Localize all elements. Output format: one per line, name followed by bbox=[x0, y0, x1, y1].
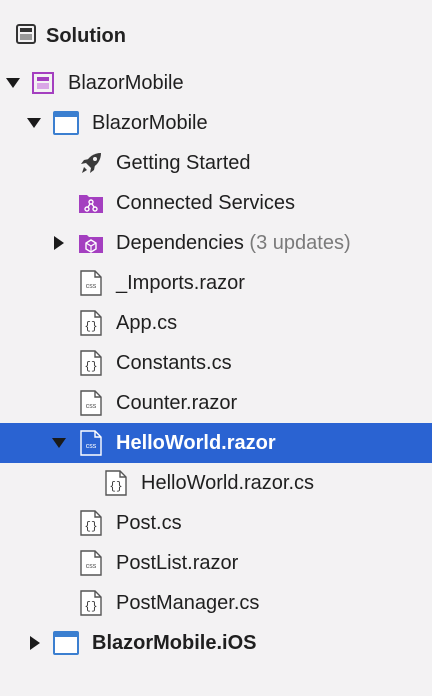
cs-file-icon: {} bbox=[78, 310, 104, 336]
tree-item-blazormobile-project[interactable]: BlazorMobile bbox=[0, 103, 432, 143]
solution-pane: Solution BlazorMobile BlazorMobile Getti… bbox=[0, 0, 432, 696]
tree-item-helloworld-razor-cs[interactable]: {} HelloWorld.razor.cs bbox=[0, 463, 432, 503]
expanded-triangle-icon[interactable] bbox=[6, 76, 20, 90]
tree-item-dependencies[interactable]: Dependencies (3 updates) bbox=[0, 223, 432, 263]
svg-text:css: css bbox=[86, 403, 97, 410]
tree-item-constants-cs[interactable]: {} Constants.cs bbox=[0, 343, 432, 383]
dependencies-label: Dependencies bbox=[116, 231, 244, 254]
tree-item-label: Connected Services bbox=[116, 191, 295, 214]
tree-item-blazormobile-solution[interactable]: BlazorMobile bbox=[0, 63, 432, 103]
tree-item-label: HelloWorld.razor bbox=[116, 431, 276, 454]
dependencies-folder-icon bbox=[78, 230, 104, 256]
solution-icon bbox=[16, 23, 36, 49]
cs-file-icon: {} bbox=[78, 510, 104, 536]
cs-file-icon: {} bbox=[103, 470, 129, 496]
tree-item-label: BlazorMobile.iOS bbox=[92, 631, 257, 654]
project-window-icon bbox=[53, 110, 79, 136]
cs-file-icon: {} bbox=[78, 590, 104, 616]
svg-text:{}: {} bbox=[84, 521, 97, 533]
tree-item-counter-razor[interactable]: css Counter.razor bbox=[0, 383, 432, 423]
tree-item-label: HelloWorld.razor.cs bbox=[141, 471, 315, 494]
tree-item-label: Dependencies (3 updates) bbox=[116, 232, 351, 255]
tree-item-label: Constants.cs bbox=[116, 351, 232, 374]
collapsed-triangle-icon[interactable] bbox=[52, 236, 66, 250]
tree-item-label: Counter.razor bbox=[116, 391, 238, 414]
expanded-triangle-icon[interactable] bbox=[52, 436, 66, 450]
razor-file-icon: css bbox=[78, 390, 104, 416]
razor-file-icon: css bbox=[78, 550, 104, 576]
tree-item-app-cs[interactable]: {} App.cs bbox=[0, 303, 432, 343]
tree-item-imports-razor[interactable]: css _Imports.razor bbox=[0, 263, 432, 303]
tree-item-post-cs[interactable]: {} Post.cs bbox=[0, 503, 432, 543]
tree-item-postmanager-cs[interactable]: {} PostManager.cs bbox=[0, 583, 432, 623]
svg-text:{}: {} bbox=[84, 361, 97, 373]
solution-header: Solution bbox=[16, 20, 126, 52]
collapsed-triangle-icon[interactable] bbox=[28, 636, 42, 650]
connected-services-folder-icon bbox=[78, 190, 104, 216]
svg-text:{}: {} bbox=[84, 321, 97, 333]
tree-item-label: BlazorMobile bbox=[92, 111, 208, 134]
tree-item-label: Getting Started bbox=[116, 151, 251, 174]
tree-item-connected-services[interactable]: Connected Services bbox=[0, 183, 432, 223]
tree-item-postlist-razor[interactable]: css PostList.razor bbox=[0, 543, 432, 583]
svg-text:css: css bbox=[86, 563, 97, 570]
svg-text:css: css bbox=[86, 283, 97, 290]
tree-item-label: PostManager.cs bbox=[116, 591, 260, 614]
solution-title: Solution bbox=[46, 24, 126, 47]
tree-item-label: App.cs bbox=[116, 311, 178, 334]
svg-text:{}: {} bbox=[109, 481, 122, 493]
tree-item-label: Post.cs bbox=[116, 511, 182, 534]
tree-item-label: PostList.razor bbox=[116, 551, 239, 574]
solution-project-icon bbox=[30, 70, 56, 96]
svg-text:css: css bbox=[86, 443, 97, 450]
tree-item-helloworld-razor[interactable]: css HelloWorld.razor bbox=[0, 423, 432, 463]
tree-item-label: _Imports.razor bbox=[116, 271, 245, 294]
razor-file-icon: css bbox=[78, 430, 104, 456]
rocket-icon bbox=[78, 150, 104, 176]
tree-item-blazormobile-ios[interactable]: BlazorMobile.iOS bbox=[0, 623, 432, 663]
svg-text:{}: {} bbox=[84, 601, 97, 613]
expanded-triangle-icon[interactable] bbox=[27, 116, 41, 130]
tree-item-label: BlazorMobile bbox=[68, 71, 184, 94]
razor-file-icon: css bbox=[78, 270, 104, 296]
project-window-icon bbox=[53, 630, 79, 656]
tree-item-getting-started[interactable]: Getting Started bbox=[0, 143, 432, 183]
cs-file-icon: {} bbox=[78, 350, 104, 376]
updates-count: (3 updates) bbox=[243, 231, 351, 254]
